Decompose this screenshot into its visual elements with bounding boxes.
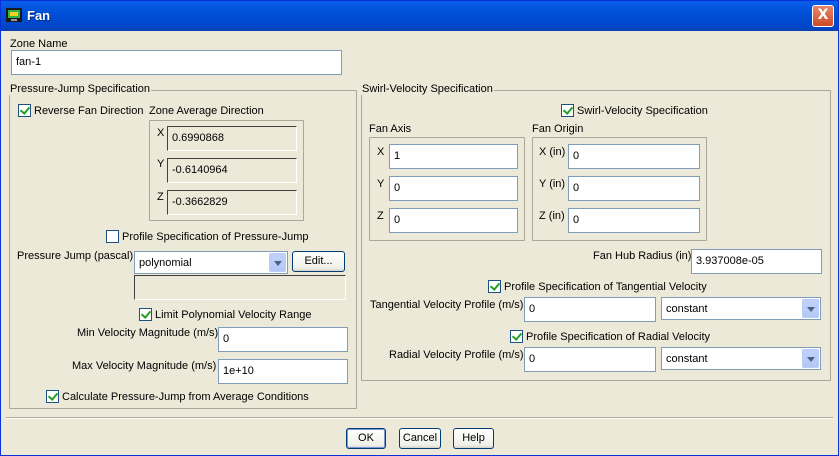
fan-axis-x-label: X	[377, 146, 385, 158]
reverse-fan-checkbox[interactable]	[18, 104, 31, 117]
title-bar[interactable]: Fan X	[1, 1, 838, 31]
fan-origin-y-label: Y (in)	[539, 178, 566, 190]
radial-method-select[interactable]: constant	[661, 347, 821, 370]
fan-axis-x-input[interactable]: 1	[389, 144, 518, 169]
min-velocity-label: Min Velocity Magnitude (m/s)	[77, 327, 219, 339]
tangential-spec-label: Profile Specification of Tangential Velo…	[504, 281, 707, 293]
hub-radius-input[interactable]: 3.937008e-05	[691, 249, 822, 274]
calc-average-label: Calculate Pressure-Jump from Average Con…	[62, 391, 309, 403]
max-velocity-label: Max Velocity Magnitude (m/s)	[72, 360, 217, 372]
zone-avg-y-field: -0.6140964	[167, 158, 297, 183]
fan-axis-z-input[interactable]: 0	[389, 208, 518, 233]
profile-pressure-jump-checkbox[interactable]	[106, 230, 119, 243]
help-button[interactable]: Help	[453, 428, 494, 449]
bottom-separator	[6, 417, 833, 419]
limit-polynomial-checkbox[interactable]	[139, 308, 152, 321]
fan-origin-x-input[interactable]: 0	[568, 144, 700, 169]
chevron-down-icon[interactable]	[802, 349, 819, 368]
swirl-velocity-label: Swirl-Velocity Specification	[577, 105, 708, 117]
tangential-spec-checkbox[interactable]	[488, 280, 501, 293]
fan-axis-z-label: Z	[377, 210, 384, 222]
fan-origin-z-input[interactable]: 0	[568, 208, 700, 233]
swirl-velocity-checkbox[interactable]	[561, 104, 574, 117]
edit-button[interactable]: Edit...	[292, 251, 345, 272]
swirl-velocity-title: Swirl-Velocity Specification	[361, 83, 494, 95]
zone-avg-x-label: X	[157, 127, 165, 139]
hub-radius-label: Fan Hub Radius (in)	[593, 250, 692, 262]
fan-origin-y-input[interactable]: 0	[568, 176, 700, 201]
fluent-app-icon	[6, 8, 22, 22]
fan-axis-title: Fan Axis	[369, 123, 412, 135]
pressure-jump-label: Pressure Jump (pascal)	[17, 250, 134, 262]
zone-avg-x-field: 0.6990868	[167, 126, 297, 151]
tangential-method-select[interactable]: constant	[661, 297, 821, 320]
zone-name-input[interactable]: fan-1	[11, 50, 342, 75]
fan-origin-title: Fan Origin	[532, 123, 584, 135]
tangential-profile-label: Tangential Velocity Profile (m/s)	[370, 299, 524, 311]
close-button[interactable]: X	[812, 5, 834, 27]
chevron-down-icon[interactable]	[269, 253, 286, 272]
cancel-button[interactable]: Cancel	[399, 428, 441, 449]
fan-origin-x-label: X (in)	[539, 146, 566, 158]
ok-button[interactable]: OK	[346, 428, 386, 449]
fan-origin-z-label: Z (in)	[539, 210, 565, 222]
zone-name-label: Zone Name	[10, 38, 68, 50]
radial-spec-checkbox[interactable]	[510, 330, 523, 343]
min-velocity-input[interactable]: 0	[218, 327, 348, 352]
pressure-jump-method-value: polynomial	[139, 257, 192, 269]
tangential-method-value: constant	[666, 303, 708, 315]
radial-profile-input[interactable]: 0	[524, 347, 656, 372]
fan-axis-y-label: Y	[377, 178, 385, 190]
limit-polynomial-label: Limit Polynomial Velocity Range	[155, 309, 312, 321]
reverse-fan-label: Reverse Fan Direction	[34, 105, 144, 117]
chevron-down-icon[interactable]	[802, 299, 819, 318]
radial-spec-label: Profile Specification of Radial Velocity	[526, 331, 711, 343]
zone-average-title: Zone Average Direction	[149, 105, 264, 117]
pressure-jump-title: Pressure-Jump Specification	[9, 83, 152, 95]
pressure-jump-profile-field	[134, 275, 346, 300]
profile-pressure-jump-label: Profile Specification of Pressure-Jump	[122, 231, 309, 243]
fan-axis-y-input[interactable]: 0	[389, 176, 518, 201]
fan-dialog: Fan X Zone Name fan-1 Pressure-Jump Spec…	[0, 0, 839, 456]
pressure-jump-method-select[interactable]: polynomial	[134, 251, 288, 274]
zone-avg-y-label: Y	[157, 158, 165, 170]
radial-profile-label: Radial Velocity Profile (m/s)	[389, 349, 524, 361]
window-title: Fan	[27, 8, 51, 23]
zone-avg-z-field: -0.3662829	[167, 190, 297, 215]
zone-avg-z-label: Z	[157, 191, 164, 203]
calc-average-checkbox[interactable]	[46, 390, 59, 403]
max-velocity-input[interactable]: 1e+10	[218, 359, 348, 384]
radial-method-value: constant	[666, 353, 708, 365]
tangential-profile-input[interactable]: 0	[524, 297, 656, 322]
